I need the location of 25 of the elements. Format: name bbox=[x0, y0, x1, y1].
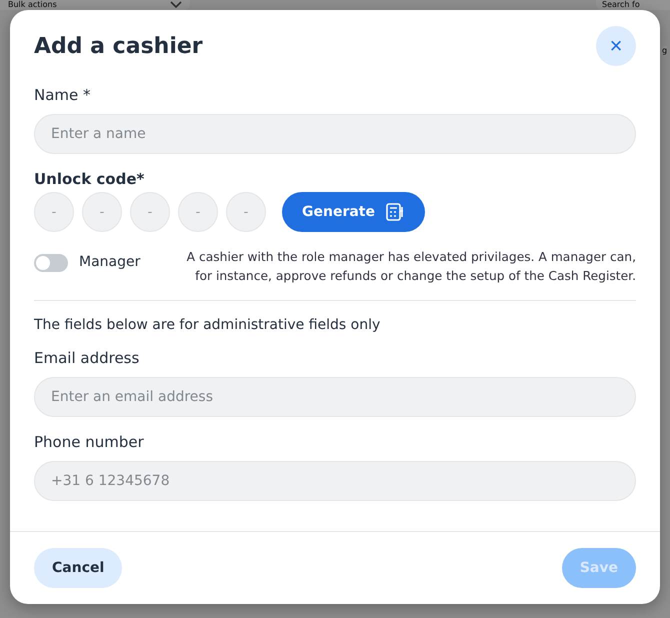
dialog-title: Add a cashier bbox=[34, 34, 203, 58]
code-digit-field[interactable]: - bbox=[82, 192, 122, 232]
name-field[interactable]: Enter a name bbox=[34, 114, 636, 154]
field-label: Phone number bbox=[34, 433, 145, 451]
register-icon bbox=[385, 202, 405, 222]
field-label: Unlock code* bbox=[34, 170, 146, 188]
chevron-icon bbox=[170, 1, 182, 9]
toggle-label: Manager bbox=[79, 254, 140, 270]
phone-field[interactable]: +31 6 12345678 bbox=[34, 461, 636, 501]
manager-toggle[interactable] bbox=[34, 254, 68, 272]
search-field[interactable]: Search fo bbox=[596, 0, 670, 10]
code-digit-field[interactable]: - bbox=[130, 192, 170, 232]
code-digit-field[interactable]: - bbox=[34, 192, 74, 232]
close-button[interactable]: × bbox=[596, 26, 636, 66]
admin-note: The fields below are for administrative fields only bbox=[34, 317, 382, 333]
field-label: Email address bbox=[34, 349, 140, 367]
field-label: Name * bbox=[34, 86, 92, 104]
bulk-actions-dropdown[interactable]: Bulk actions bbox=[0, 0, 190, 10]
email-field[interactable]: Enter an email address bbox=[34, 377, 636, 417]
code-digit-field[interactable]: - bbox=[178, 192, 218, 232]
column-header: g bbox=[662, 46, 668, 55]
code-digit-field[interactable]: - bbox=[226, 192, 266, 232]
manager-description: A cashier with the role manager has elevated privilages. A manager can, for instance, approve refunds or change the setup of the Cash Register. bbox=[186, 249, 636, 285]
generate-button[interactable]: Generate bbox=[282, 192, 425, 232]
cancel-button[interactable]: Cancel bbox=[34, 548, 122, 588]
